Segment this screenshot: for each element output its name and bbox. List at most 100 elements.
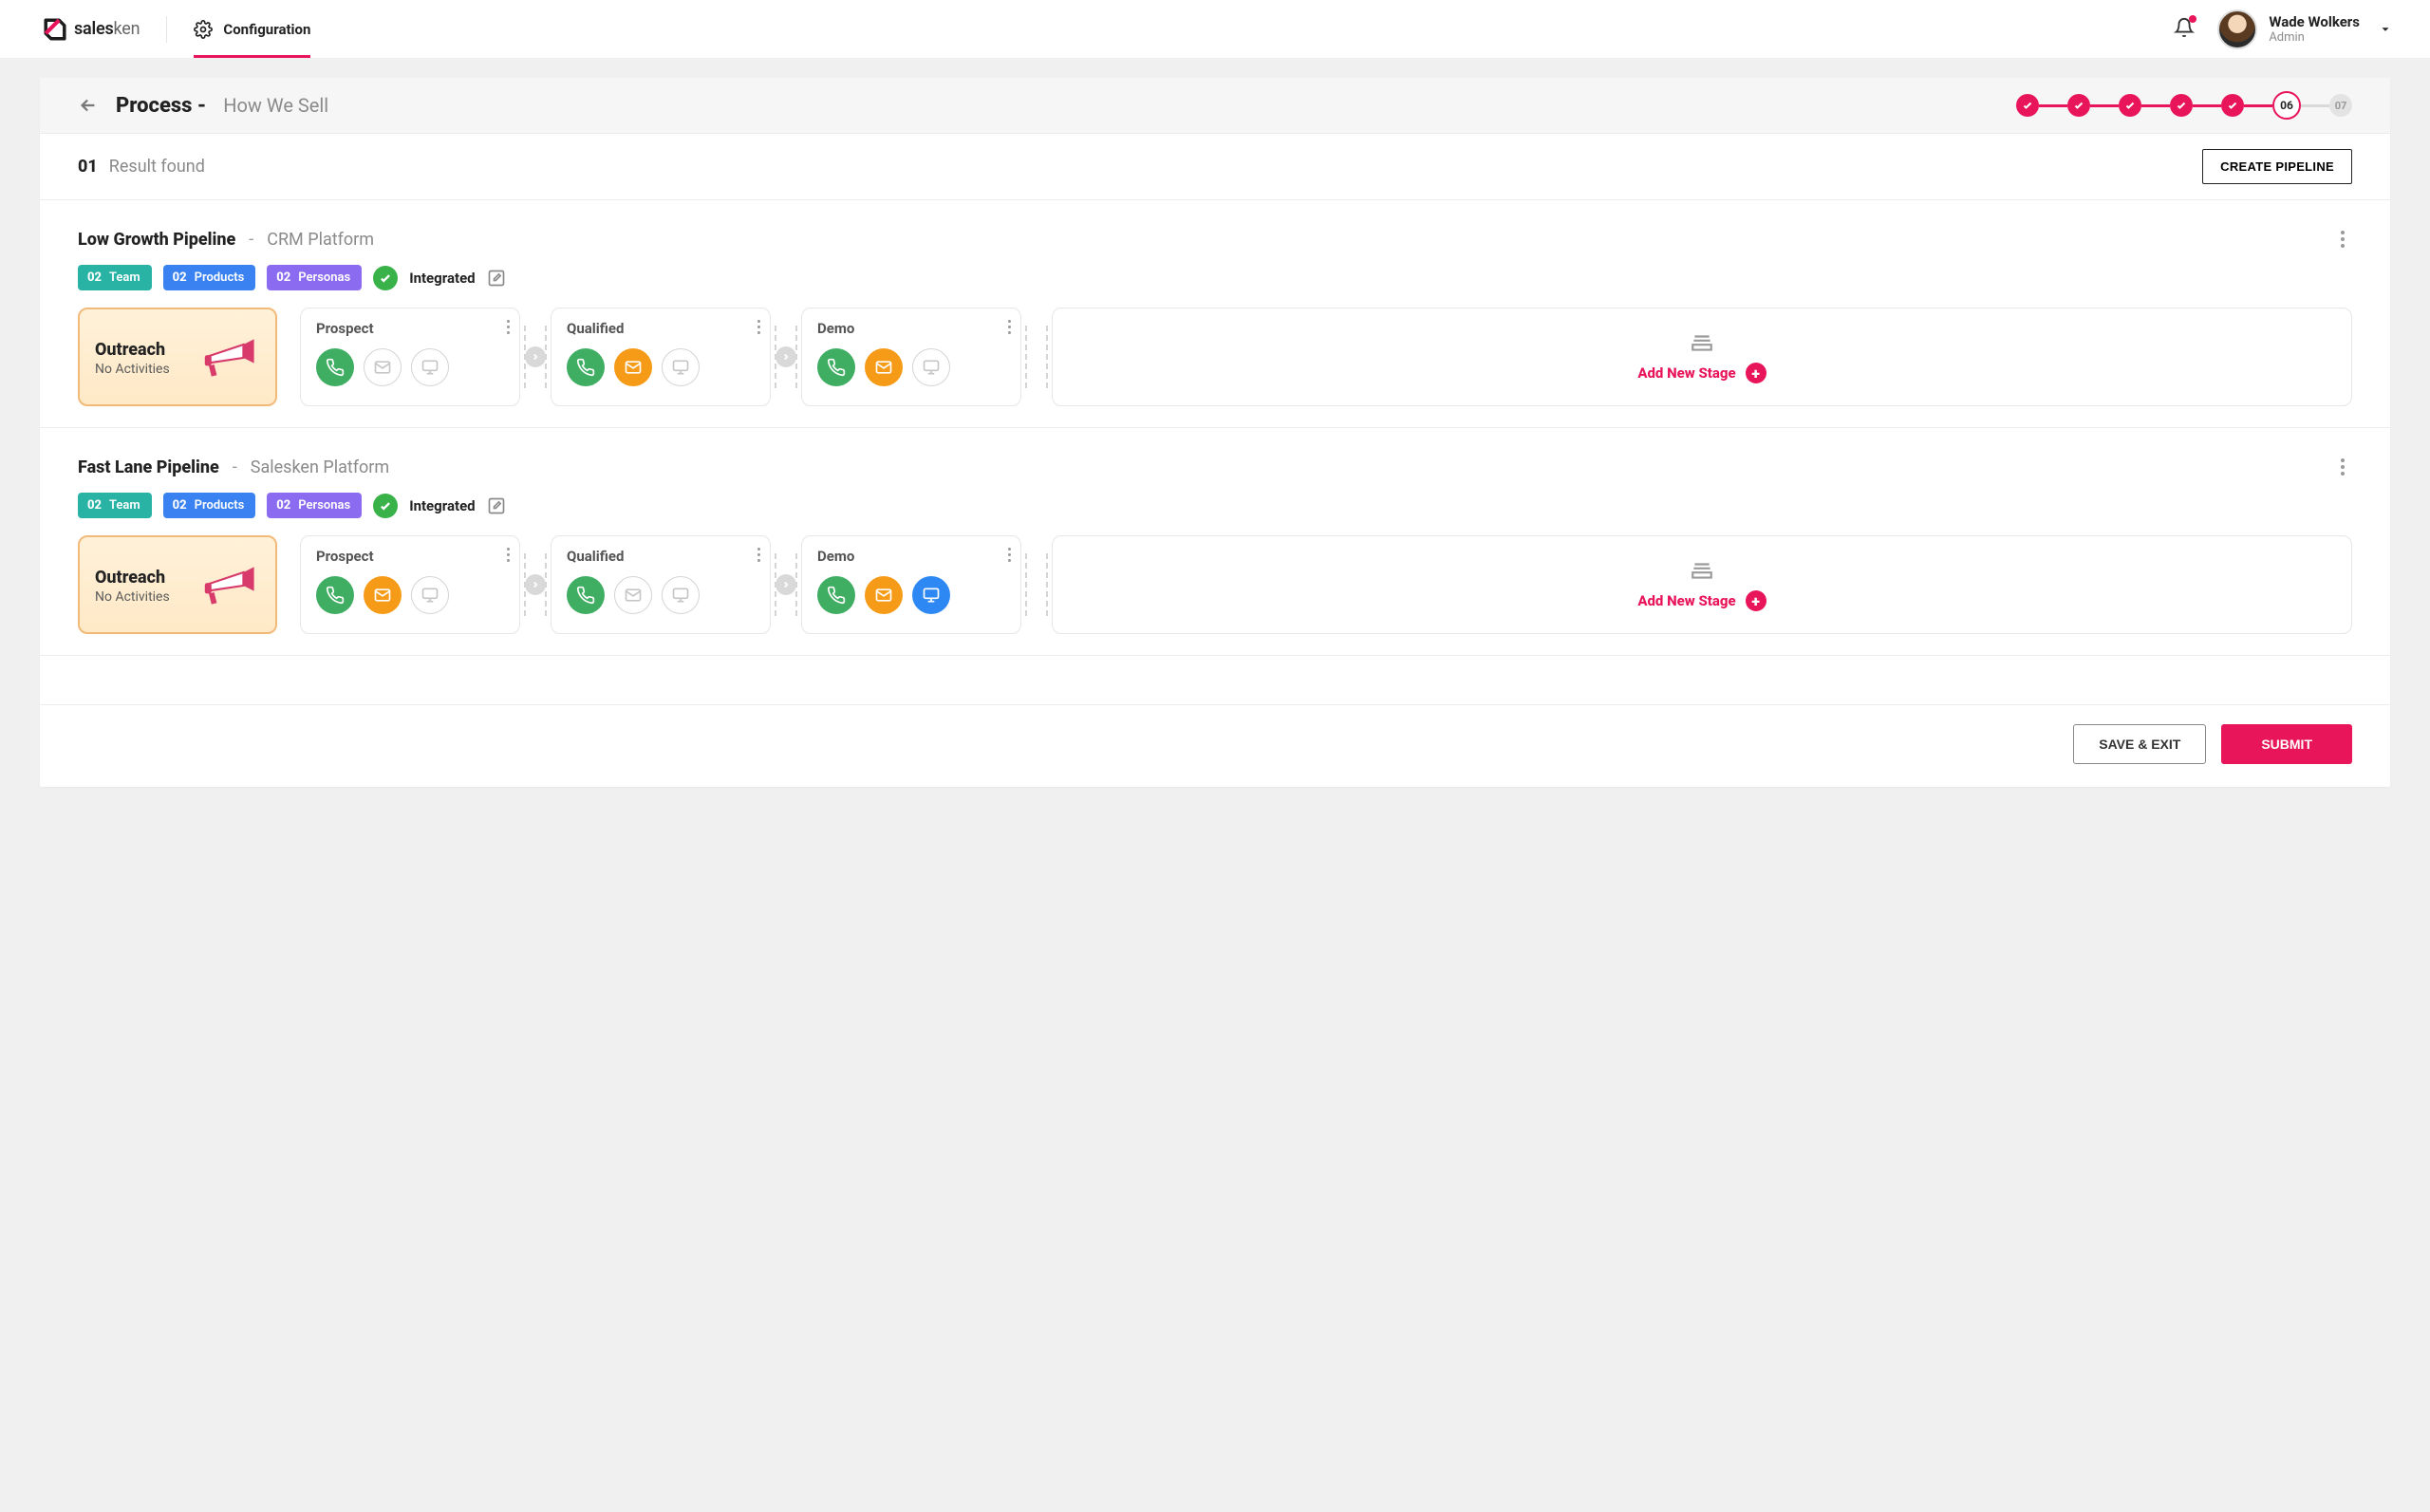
result-count: 01 [78,157,98,177]
brand-logo[interactable]: salesken [42,16,140,43]
save-exit-button[interactable]: SAVE & EXIT [2073,724,2206,764]
nav-divider [166,16,167,43]
screen-icon[interactable] [912,576,950,614]
stage-card[interactable]: Demo [801,535,1021,634]
pipeline-menu-button[interactable] [2333,455,2352,479]
pipeline-section-1: Fast Lane Pipeline - Salesken Platform 0… [40,428,2390,656]
chip-personas[interactable]: 02Personas [267,265,362,290]
integrated-check-icon [373,266,398,290]
pipeline-menu-button[interactable] [2333,227,2352,252]
connector-button[interactable] [525,574,546,595]
back-arrow-icon[interactable] [78,95,99,116]
phone-icon[interactable] [316,576,354,614]
chip-personas[interactable]: 02Personas [267,493,362,518]
step-2[interactable] [2067,94,2090,117]
check-icon [2176,100,2187,111]
add-stage-card[interactable]: Add New Stage + [1052,308,2352,406]
chip-products[interactable]: 02Products [163,265,256,290]
progress-stepper: 06 07 [2016,91,2352,120]
phone-icon[interactable] [817,576,855,614]
step-3[interactable] [2119,94,2141,117]
outreach-subtitle: No Activities [95,362,170,377]
nav-left: salesken Configuration [42,0,310,58]
stage-name: Demo [817,548,1007,565]
stage-menu-button[interactable] [507,548,510,562]
stage-name: Qualified [567,320,757,337]
mail-icon[interactable] [865,348,903,386]
step-current[interactable]: 06 [2272,91,2301,120]
user-texts: Wade Wolkers Admin [2269,13,2360,46]
stage-card[interactable]: Demo [801,308,1021,406]
phone-icon[interactable] [316,348,354,386]
user-menu[interactable]: Wade Wolkers Admin [2217,9,2392,49]
screen-icon[interactable] [912,348,950,386]
step-1[interactable] [2016,94,2039,117]
outreach-card[interactable]: Outreach No Activities [78,535,277,634]
mail-icon[interactable] [865,576,903,614]
dash: - [233,457,237,477]
spacer [40,656,2390,705]
chevron-down-icon [2379,23,2392,36]
top-nav: salesken Configuration Wade Wolkers Admi… [0,0,2430,59]
phone-icon[interactable] [567,348,605,386]
phone-icon[interactable] [567,576,605,614]
gear-icon [194,20,213,39]
stage-menu-button[interactable] [1008,548,1011,562]
page-title: Process - [116,94,206,118]
step-next-label: 07 [2335,100,2347,112]
create-pipeline-button[interactable]: CREATE PIPELINE [2202,149,2352,184]
add-stage-card[interactable]: Add New Stage + [1052,535,2352,634]
results-bar: 01 Result found CREATE PIPELINE [40,134,2390,200]
connector-button[interactable] [776,574,796,595]
stage-name: Prospect [316,320,506,337]
stack-icon [1690,558,1714,583]
stage-card[interactable]: Prospect [300,308,520,406]
screen-icon[interactable] [662,348,700,386]
stage-card[interactable]: Qualified [551,308,771,406]
chip-team[interactable]: 02Team [78,265,152,290]
mail-icon[interactable] [614,576,652,614]
stage-connector [1021,308,1052,406]
notifications-button[interactable] [2174,17,2195,42]
stage-name: Demo [817,320,1007,337]
stage-name: Prospect [316,548,506,565]
mail-icon[interactable] [614,348,652,386]
step-4[interactable] [2170,94,2193,117]
mail-icon[interactable] [364,576,402,614]
check-icon [2124,100,2136,111]
stage-menu-button[interactable] [757,548,760,562]
phone-icon[interactable] [817,348,855,386]
outreach-card[interactable]: Outreach No Activities [78,308,277,406]
connector-button[interactable] [525,346,546,367]
submit-button[interactable]: SUBMIT [2221,724,2352,764]
edit-icon[interactable] [487,269,506,288]
outreach-title: Outreach [95,568,170,588]
brand-name: salesken [74,19,140,39]
add-stage-button[interactable]: + [1746,590,1766,611]
stage-menu-button[interactable] [507,320,510,334]
connector-button[interactable] [776,346,796,367]
stage-menu-button[interactable] [1008,320,1011,334]
stage-connector [520,535,551,634]
step-current-label: 06 [2280,99,2293,112]
user-name: Wade Wolkers [2269,13,2360,30]
chip-team[interactable]: 02Team [78,493,152,518]
screen-icon[interactable] [662,576,700,614]
page-body: Process - How We Sell 06 07 [0,59,2430,815]
step-5[interactable] [2221,94,2244,117]
chip-products[interactable]: 02Products [163,493,256,518]
mail-icon[interactable] [364,348,402,386]
add-stage-button[interactable]: + [1746,363,1766,383]
stage-card[interactable]: Prospect [300,535,520,634]
screen-icon[interactable] [411,348,449,386]
check-icon [2227,100,2238,111]
stages-row: Outreach No Activities Prospect [78,308,2352,406]
panel-header: Process - How We Sell 06 07 [40,78,2390,134]
stage-menu-button[interactable] [757,320,760,334]
screen-icon[interactable] [411,576,449,614]
outreach-title: Outreach [95,340,170,360]
tab-configuration[interactable]: Configuration [194,0,310,58]
stage-card[interactable]: Qualified [551,535,771,634]
stage-connector [1021,535,1052,634]
edit-icon[interactable] [487,496,506,515]
